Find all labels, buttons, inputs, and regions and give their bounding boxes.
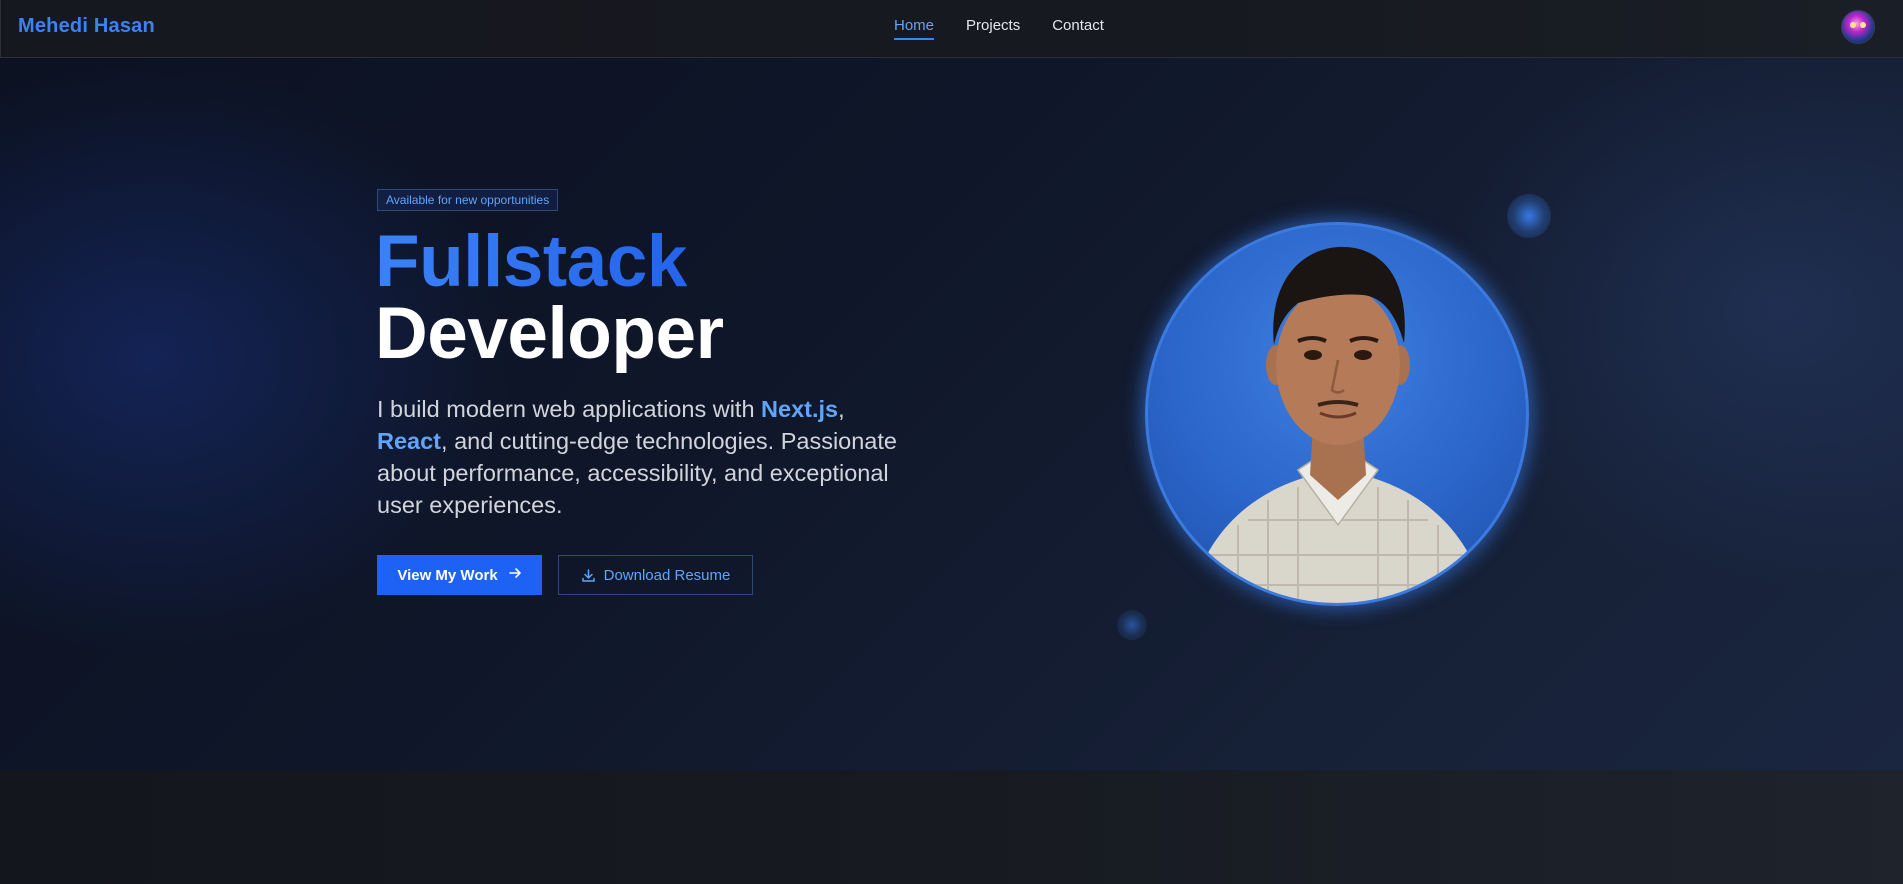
desc-part2: , xyxy=(838,396,845,422)
desc-part1: I build modern web applications with xyxy=(377,396,762,422)
desc-highlight-nextjs: Next.js xyxy=(761,396,839,422)
download-icon xyxy=(581,568,595,582)
avatar-eye-left xyxy=(1850,22,1856,28)
nav-link-home[interactable]: Home xyxy=(894,17,935,40)
download-resume-label: Download Resume xyxy=(603,566,731,584)
top-navbar: Mehedi Hasan Home Projects Contact xyxy=(0,0,1903,58)
decorative-glow-dot-small xyxy=(1117,610,1147,640)
user-avatar-icon[interactable] xyxy=(1841,10,1875,44)
desc-highlight-react: React xyxy=(377,428,442,454)
view-my-work-button[interactable]: View My Work xyxy=(377,555,542,595)
hero-title-line1: Fullstack xyxy=(375,221,687,302)
hero-description: I build modern web applications with Nex… xyxy=(377,393,937,521)
nav-link-contact[interactable]: Contact xyxy=(1052,17,1104,40)
nav-links: Home Projects Contact xyxy=(894,17,1136,40)
arrow-right-icon xyxy=(508,566,522,584)
desc-part3: , and cutting-edge technologies. Passion… xyxy=(377,428,897,518)
brand-logo-text[interactable]: Mehedi Hasan xyxy=(18,15,155,38)
view-my-work-label: View My Work xyxy=(397,566,498,584)
hero-title-line2: Developer xyxy=(375,293,724,374)
profile-photo-illustration xyxy=(1188,246,1488,603)
profile-photo xyxy=(1145,222,1529,606)
decorative-glow-dot xyxy=(1507,194,1551,238)
download-resume-button[interactable]: Download Resume xyxy=(558,555,753,595)
avatar-eye-right xyxy=(1860,22,1866,28)
availability-badge: Available for new opportunities xyxy=(377,189,559,211)
next-section xyxy=(0,770,1903,884)
hero-section xyxy=(0,58,1903,770)
nav-link-projects[interactable]: Projects xyxy=(966,17,1020,40)
